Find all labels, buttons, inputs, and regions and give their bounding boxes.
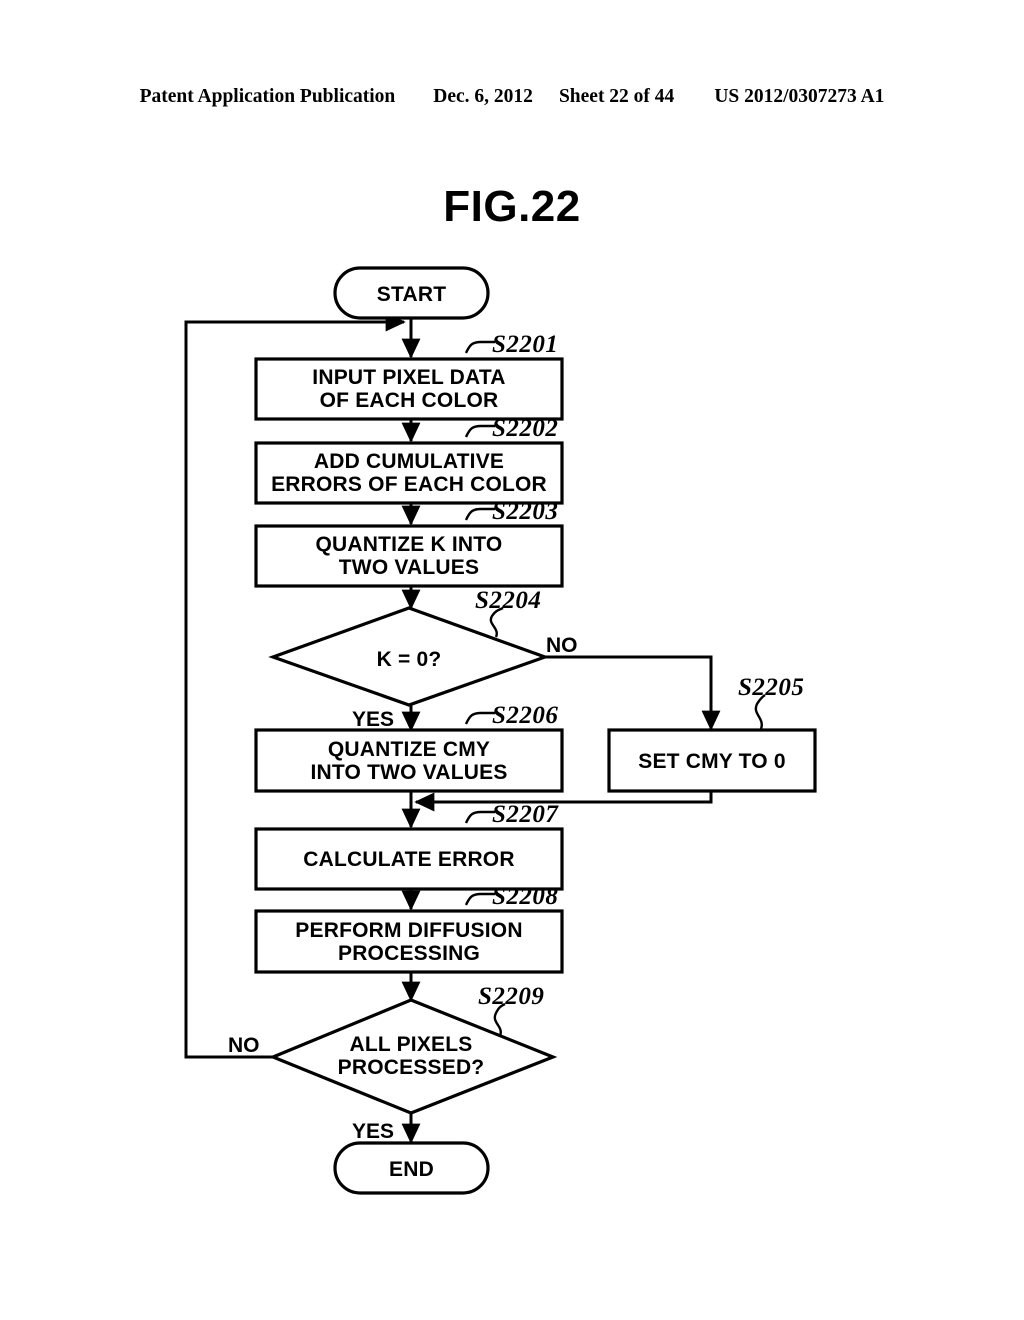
s2203-label-line2: TWO VALUES bbox=[339, 556, 479, 579]
s2209-label-line1: ALL PIXELS bbox=[350, 1033, 473, 1056]
s2205-step-label: S2205 bbox=[738, 674, 804, 701]
s2209-step-label: S2209 bbox=[478, 983, 544, 1010]
s2204-no-branch-label: NO bbox=[546, 634, 578, 657]
s2209-yes-branch-label: YES bbox=[352, 1120, 394, 1143]
s2207-label-line1: CALCULATE ERROR bbox=[303, 848, 514, 871]
s2202-label-line2: ERRORS OF EACH COLOR bbox=[271, 473, 547, 496]
node-s2201: INPUT PIXEL DATA OF EACH COLOR S2201 bbox=[254, 331, 564, 421]
s2202-step-label: S2202 bbox=[492, 415, 558, 442]
s2203-step-label: S2203 bbox=[492, 498, 558, 525]
s2207-step-leader-line bbox=[464, 810, 495, 824]
s2207-step-label: S2207 bbox=[492, 801, 559, 828]
s2208-step-label: S2208 bbox=[492, 883, 558, 910]
node-s2209: ALL PIXELS PROCESSED? S2209 NO YES bbox=[228, 983, 558, 1143]
s2201-step-label: S2201 bbox=[492, 331, 558, 358]
s2206-step-leader-line bbox=[464, 711, 495, 725]
node-s2208: PERFORM DIFFUSION PROCESSING S2208 bbox=[254, 883, 564, 974]
s2206-label-line2: INTO TWO VALUES bbox=[310, 761, 507, 784]
s2203-step-leader-line bbox=[464, 507, 495, 521]
s2203-label-line1: QUANTIZE K INTO bbox=[316, 533, 503, 556]
connector-s2205-to-merge bbox=[414, 791, 713, 812]
end-label: END bbox=[389, 1158, 434, 1181]
s2205-label-line1: SET CMY TO 0 bbox=[638, 750, 786, 773]
s2201-step-leader-line bbox=[464, 340, 495, 354]
flowchart: START INPUT PIXEL DATA OF EACH COLOR S22… bbox=[184, 266, 817, 1195]
node-start: START bbox=[333, 266, 490, 320]
patent-drawing-page: Patent Application Publication Dec. 6, 2… bbox=[0, 0, 1024, 1320]
s2208-step-leader-line bbox=[464, 892, 495, 906]
node-end: END bbox=[333, 1141, 490, 1195]
s2209-no-branch-label: NO bbox=[228, 1034, 260, 1057]
s2208-label-line2: PROCESSING bbox=[338, 942, 480, 965]
node-s2207: CALCULATE ERROR S2207 bbox=[254, 801, 564, 891]
start-label: START bbox=[377, 283, 446, 306]
s2201-label-line1: INPUT PIXEL DATA bbox=[312, 366, 505, 389]
s2202-step-leader-line bbox=[464, 424, 495, 438]
connector-s2204-no-to-s2205 bbox=[545, 655, 721, 731]
s2204-yes-branch-label: YES bbox=[352, 708, 394, 731]
node-s2202: ADD CUMULATIVE ERRORS OF EACH COLOR S220… bbox=[254, 415, 564, 505]
s2204-label-line1: K = 0? bbox=[377, 648, 442, 671]
s2209-label-line2: PROCESSED? bbox=[338, 1056, 485, 1079]
node-s2206: QUANTIZE CMY INTO TWO VALUES S2206 bbox=[254, 702, 564, 793]
node-s2203: QUANTIZE K INTO TWO VALUES S2203 bbox=[254, 498, 564, 588]
s2202-label-line1: ADD CUMULATIVE bbox=[314, 450, 504, 473]
s2204-step-label: S2204 bbox=[475, 587, 541, 614]
s2201-label-line2: OF EACH COLOR bbox=[320, 389, 499, 412]
s2206-step-label: S2206 bbox=[492, 702, 558, 729]
s2206-label-line1: QUANTIZE CMY bbox=[328, 738, 490, 761]
s2208-label-line1: PERFORM DIFFUSION bbox=[295, 919, 522, 942]
